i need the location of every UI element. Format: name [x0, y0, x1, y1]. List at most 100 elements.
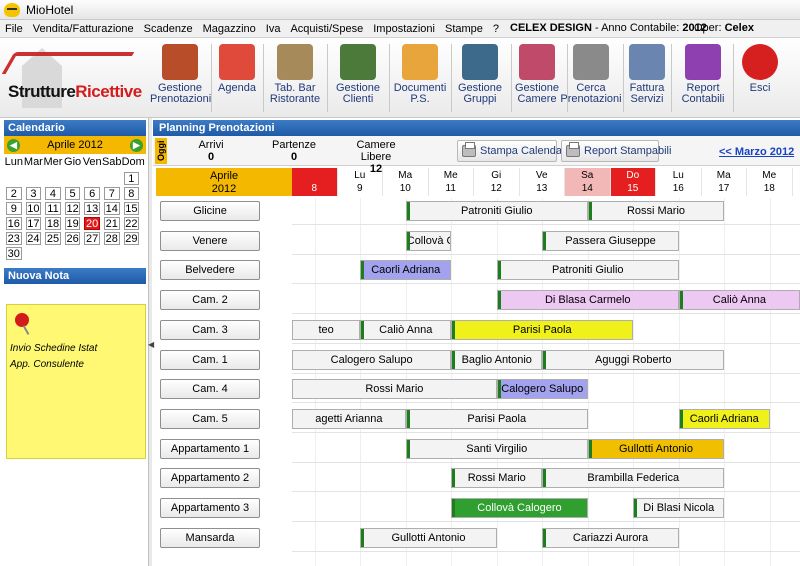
booking-block[interactable]: Parisi Paola [405, 408, 588, 429]
room-label[interactable]: Mansarda [160, 527, 260, 548]
booking-block[interactable]: agetti Arianna [292, 408, 406, 429]
day-header[interactable]: Lu 16 [656, 168, 702, 196]
calendar-day[interactable]: 10 [25, 202, 42, 215]
calendar-day[interactable]: 4 [45, 187, 61, 200]
calendar-day[interactable]: 21 [103, 217, 120, 230]
booking-block[interactable]: Caorli Adriana [678, 408, 770, 429]
room-label[interactable]: Cam. 2 [160, 290, 260, 311]
booking-block[interactable]: Caorli Adriana [360, 260, 452, 281]
calendar-day[interactable]: 30 [6, 247, 22, 260]
stampa-calendario-button[interactable]: Stampa Calendario [457, 140, 574, 162]
booking-block[interactable]: Rossi Mario [587, 201, 725, 221]
calendar-day[interactable]: 8 [123, 187, 140, 200]
booking-block[interactable]: Caliò Anna [678, 290, 800, 311]
documenti-ps-button[interactable]: Documenti P.S. [390, 40, 450, 116]
report-stampabili-button[interactable]: Report Stampabili [561, 140, 671, 162]
calendar-day[interactable]: 23 [6, 232, 22, 245]
booking-block[interactable]: Caliò Anna [360, 319, 452, 340]
calendar-day[interactable]: 2 [6, 187, 22, 200]
calendar-day[interactable]: 27 [84, 232, 100, 245]
menu-acquisti[interactable]: Acquisti/Spese [285, 23, 368, 35]
report-contabili-button[interactable]: Report Contabili [674, 40, 732, 116]
booking-block[interactable]: Cariazzi Aurora [542, 527, 679, 548]
day-header[interactable]: 8 [292, 168, 338, 196]
calendar-day[interactable]: 18 [45, 217, 61, 230]
calendar-day[interactable]: 22 [123, 217, 140, 230]
booking-block[interactable]: Passera Giuseppe [542, 230, 679, 251]
booking-block[interactable]: Calogero Salupo [292, 349, 452, 370]
calendar-day[interactable]: 11 [45, 202, 61, 215]
gestione-gruppi-button[interactable]: Gestione Gruppi [450, 40, 510, 116]
calendar-day[interactable]: 5 [64, 187, 81, 200]
room-label[interactable]: Belvedere [160, 260, 260, 281]
room-label[interactable]: Appartamento 2 [160, 468, 260, 489]
booking-block[interactable]: Collovà Calogero [405, 230, 452, 251]
booking-block[interactable]: Patroniti Giulio [496, 260, 679, 281]
booking-block[interactable]: Santi Virgilio [405, 438, 588, 459]
room-label[interactable]: Cam. 5 [160, 408, 260, 429]
booking-block[interactable]: Rossi Mario [451, 468, 543, 489]
gestione-camere-button[interactable]: Gestione Camere [508, 40, 566, 116]
cerca-prenotazioni-button[interactable]: Cerca Prenotazioni [560, 40, 622, 116]
booking-block[interactable]: Patroniti Giulio [405, 201, 588, 221]
room-label[interactable]: Appartamento 1 [160, 438, 260, 459]
booking-block[interactable]: Brambilla Federica [542, 468, 725, 489]
calendar-day[interactable]: 28 [103, 232, 120, 245]
calendar-day[interactable]: 7 [103, 187, 120, 200]
booking-block[interactable]: Parisi Paola [451, 319, 634, 340]
sticky-note[interactable]: Invio Schedine Istat App. Consulente [6, 304, 146, 459]
menu-vendita[interactable]: Vendita/Fatturazione [28, 23, 139, 35]
prev-month-icon[interactable]: ◀ [7, 138, 20, 152]
room-label[interactable]: Venere [160, 230, 260, 251]
booking-block[interactable]: Gullotti Antonio [360, 527, 497, 548]
calendar-day[interactable]: 19 [64, 217, 81, 230]
menu-magazzino[interactable]: Magazzino [198, 23, 261, 35]
menu-help[interactable]: ? [488, 23, 504, 35]
gestione-clienti-button[interactable]: Gestione Clienti [328, 40, 388, 116]
calendar-day[interactable]: 25 [45, 232, 61, 245]
booking-block[interactable]: Collovà Calogero [451, 498, 588, 518]
menu-scadenze[interactable]: Scadenze [139, 23, 198, 35]
day-header[interactable]: Ma 17 [702, 168, 747, 196]
calendar-day[interactable]: 16 [6, 217, 22, 230]
day-header[interactable]: Lu 9 [338, 168, 383, 196]
menu-iva[interactable]: Iva [261, 23, 286, 35]
agenda-button[interactable]: Agenda [212, 40, 262, 116]
room-label[interactable]: Cam. 3 [160, 319, 260, 340]
day-header[interactable]: Gi19 [793, 168, 800, 196]
day-header[interactable]: Sa 14 [565, 168, 611, 196]
booking-block[interactable]: Baglio Antonio [451, 349, 543, 370]
calendar-day[interactable]: 24 [25, 232, 42, 245]
calendar-day[interactable]: 26 [64, 232, 81, 245]
fattura-servizi-button[interactable]: Fattura Servizi [624, 40, 670, 116]
room-label[interactable]: Glicine [160, 201, 260, 221]
oggi-tab[interactable]: Oggi [155, 138, 167, 164]
day-header[interactable]: Do 15 [610, 168, 656, 196]
calendar-day[interactable]: 15 [123, 202, 140, 215]
room-label[interactable]: Cam. 4 [160, 379, 260, 400]
collapse-arrow-icon[interactable]: ◀ [148, 340, 154, 354]
prev-month-link[interactable]: << Marzo 2012 [719, 146, 794, 158]
calendar-day[interactable]: 14 [103, 202, 120, 215]
day-header[interactable]: Ma 10 [383, 168, 429, 196]
menu-file[interactable]: File [0, 23, 28, 35]
calendar-day[interactable]: 9 [6, 202, 22, 215]
room-label[interactable]: Cam. 1 [160, 349, 260, 370]
booking-block[interactable]: Di Blasi Nicola [633, 498, 725, 518]
calendar-day[interactable]: 1 [123, 172, 140, 185]
day-header[interactable]: Me 18 [747, 168, 793, 196]
day-header[interactable]: Gi 12 [474, 168, 520, 196]
calendar-day[interactable]: 13 [84, 202, 100, 215]
calendar-day[interactable]: 20 [84, 217, 100, 230]
calendar-day[interactable]: 3 [25, 187, 42, 200]
booking-block[interactable]: Rossi Mario [292, 379, 497, 400]
menu-impostazioni[interactable]: Impostazioni [368, 23, 440, 35]
booking-block[interactable]: Calogero Salupo [496, 379, 588, 400]
calendar-day[interactable]: 12 [64, 202, 81, 215]
next-month-icon[interactable]: ▶ [130, 138, 143, 152]
room-label[interactable]: Appartamento 3 [160, 498, 260, 518]
calendar-day[interactable]: 17 [25, 217, 42, 230]
booking-block[interactable]: Aguggi Roberto [542, 349, 725, 370]
tab-bar-ristorante-button[interactable]: Tab. Bar Ristorante [264, 40, 326, 116]
booking-block[interactable]: Gullotti Antonio [587, 438, 725, 459]
